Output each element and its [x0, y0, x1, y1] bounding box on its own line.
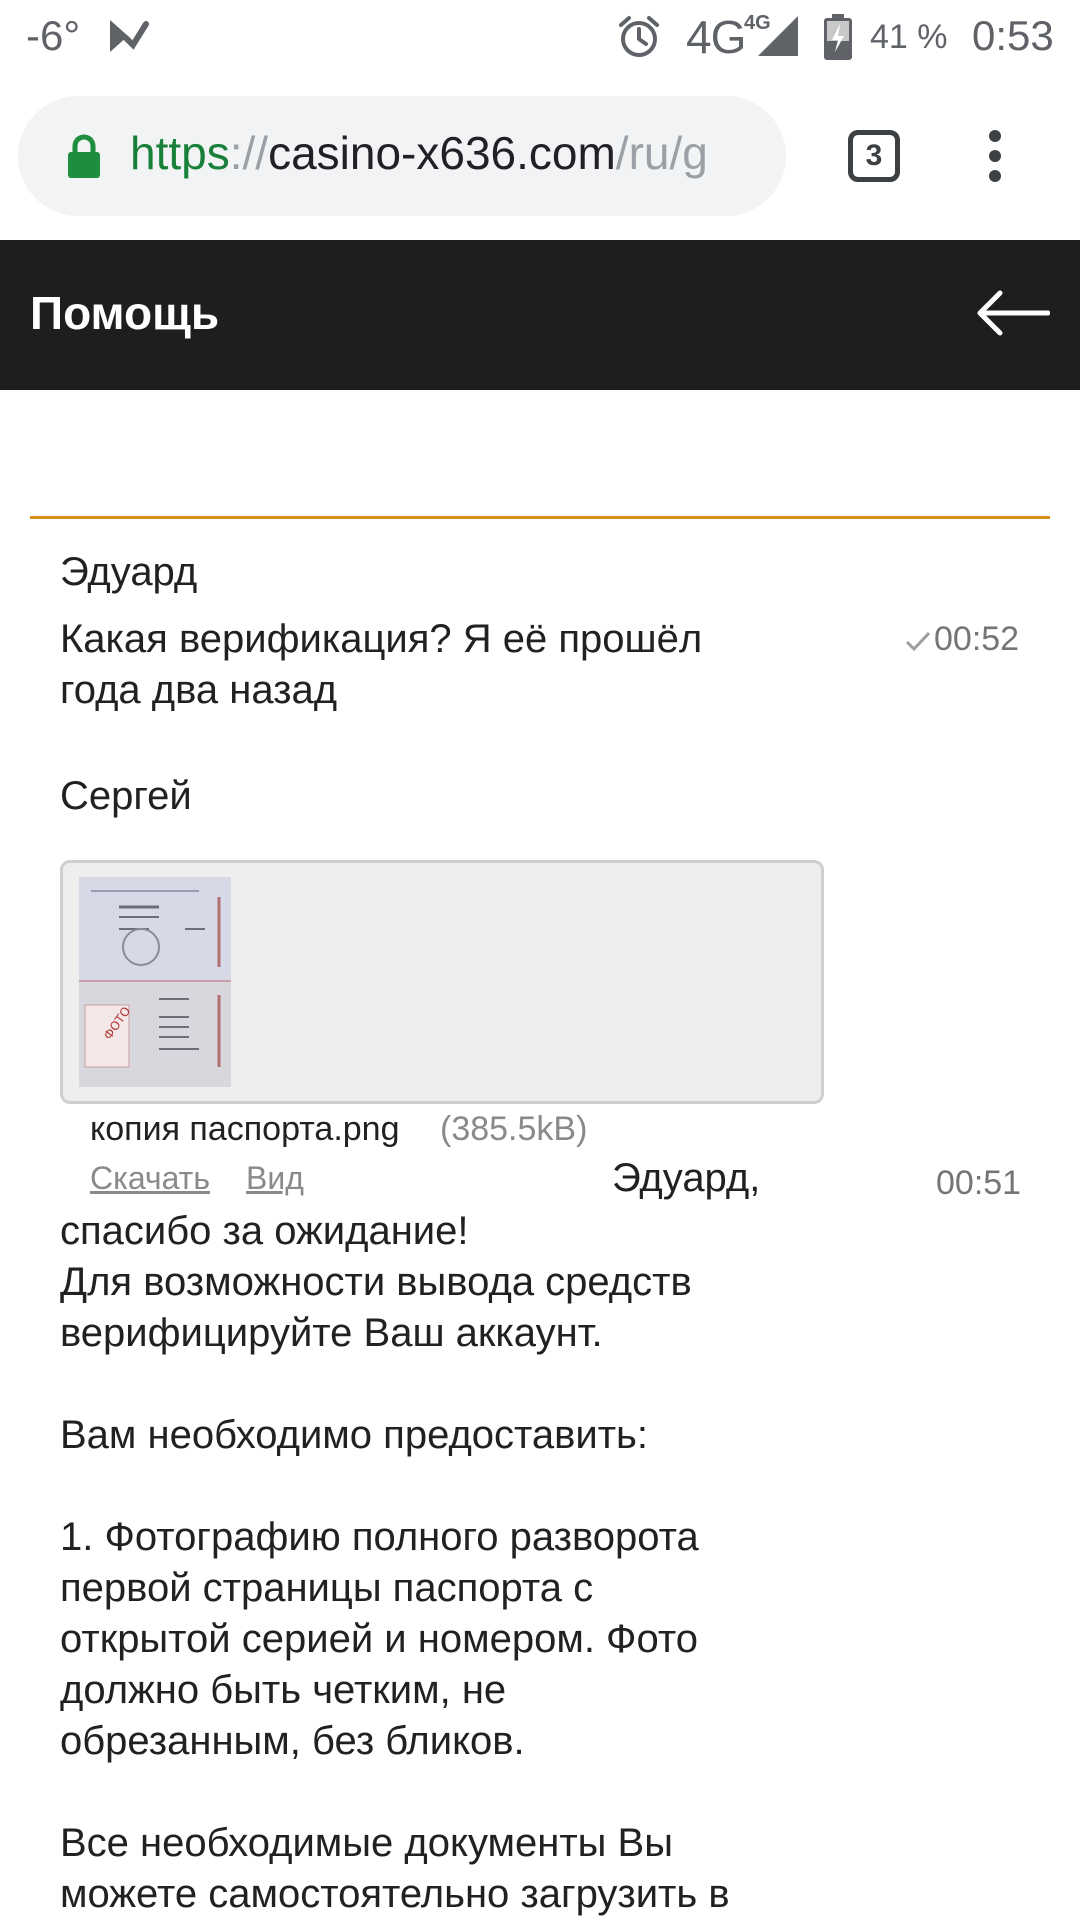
attachment-preview[interactable]: ФОТО: [60, 860, 824, 1104]
battery-charging-icon: [824, 14, 852, 60]
temperature: -6°: [26, 12, 81, 59]
url-scheme: https: [130, 127, 230, 179]
url-separator: ://: [229, 127, 269, 179]
message-text: Какая верификация? Я её прошёл года два …: [60, 617, 703, 712]
message-sender: Сергей: [60, 774, 192, 818]
attachment-file-name: копия паспорта.png: [90, 1110, 400, 1148]
message-sender: Эдуард: [60, 550, 198, 594]
message-greeting: Эдуард,: [612, 1156, 761, 1200]
chat-divider: [30, 516, 1050, 519]
alarm-icon: [619, 16, 659, 57]
network-type: 4G: [686, 11, 746, 63]
message-time: 00:52: [904, 620, 1019, 659]
url-bar[interactable]: https://casino-x636.com/ru/g: [18, 96, 786, 216]
download-link[interactable]: Скачать: [90, 1160, 210, 1197]
message-text: спасибо за ожидание! Для возможности выв…: [60, 1209, 730, 1916]
help-header: Помощь: [0, 240, 1080, 390]
browser-toolbar: https://casino-x636.com/ru/g 3: [0, 74, 1080, 240]
more-vert-icon[interactable]: [980, 130, 1010, 190]
attachment-file-size: (385.5kB): [440, 1110, 588, 1148]
passport-image[interactable]: ФОТО: [79, 877, 231, 1087]
url-text[interactable]: https://casino-x636.com/ru/g: [130, 126, 780, 180]
notification-check-icon: [110, 20, 149, 52]
message-time-value: 00:52: [934, 620, 1020, 658]
back-arrow-icon[interactable]: [976, 288, 1050, 338]
message-time: 00:51: [936, 1164, 1022, 1202]
tabs-button[interactable]: 3: [848, 130, 900, 182]
clock: 0:53: [972, 12, 1054, 59]
status-bar: -6° 4G 4G 41 % 0:53: [0, 0, 1080, 74]
page-title: Помощь: [30, 287, 220, 339]
view-link[interactable]: Вид: [246, 1160, 304, 1197]
url-path: /ru/g: [615, 127, 708, 179]
signal-icon: [758, 16, 798, 56]
url-host: casino-x636.com: [268, 127, 616, 179]
check-icon: [905, 631, 931, 652]
battery-percent: 41 %: [870, 18, 948, 56]
lock-icon[interactable]: [66, 134, 102, 178]
